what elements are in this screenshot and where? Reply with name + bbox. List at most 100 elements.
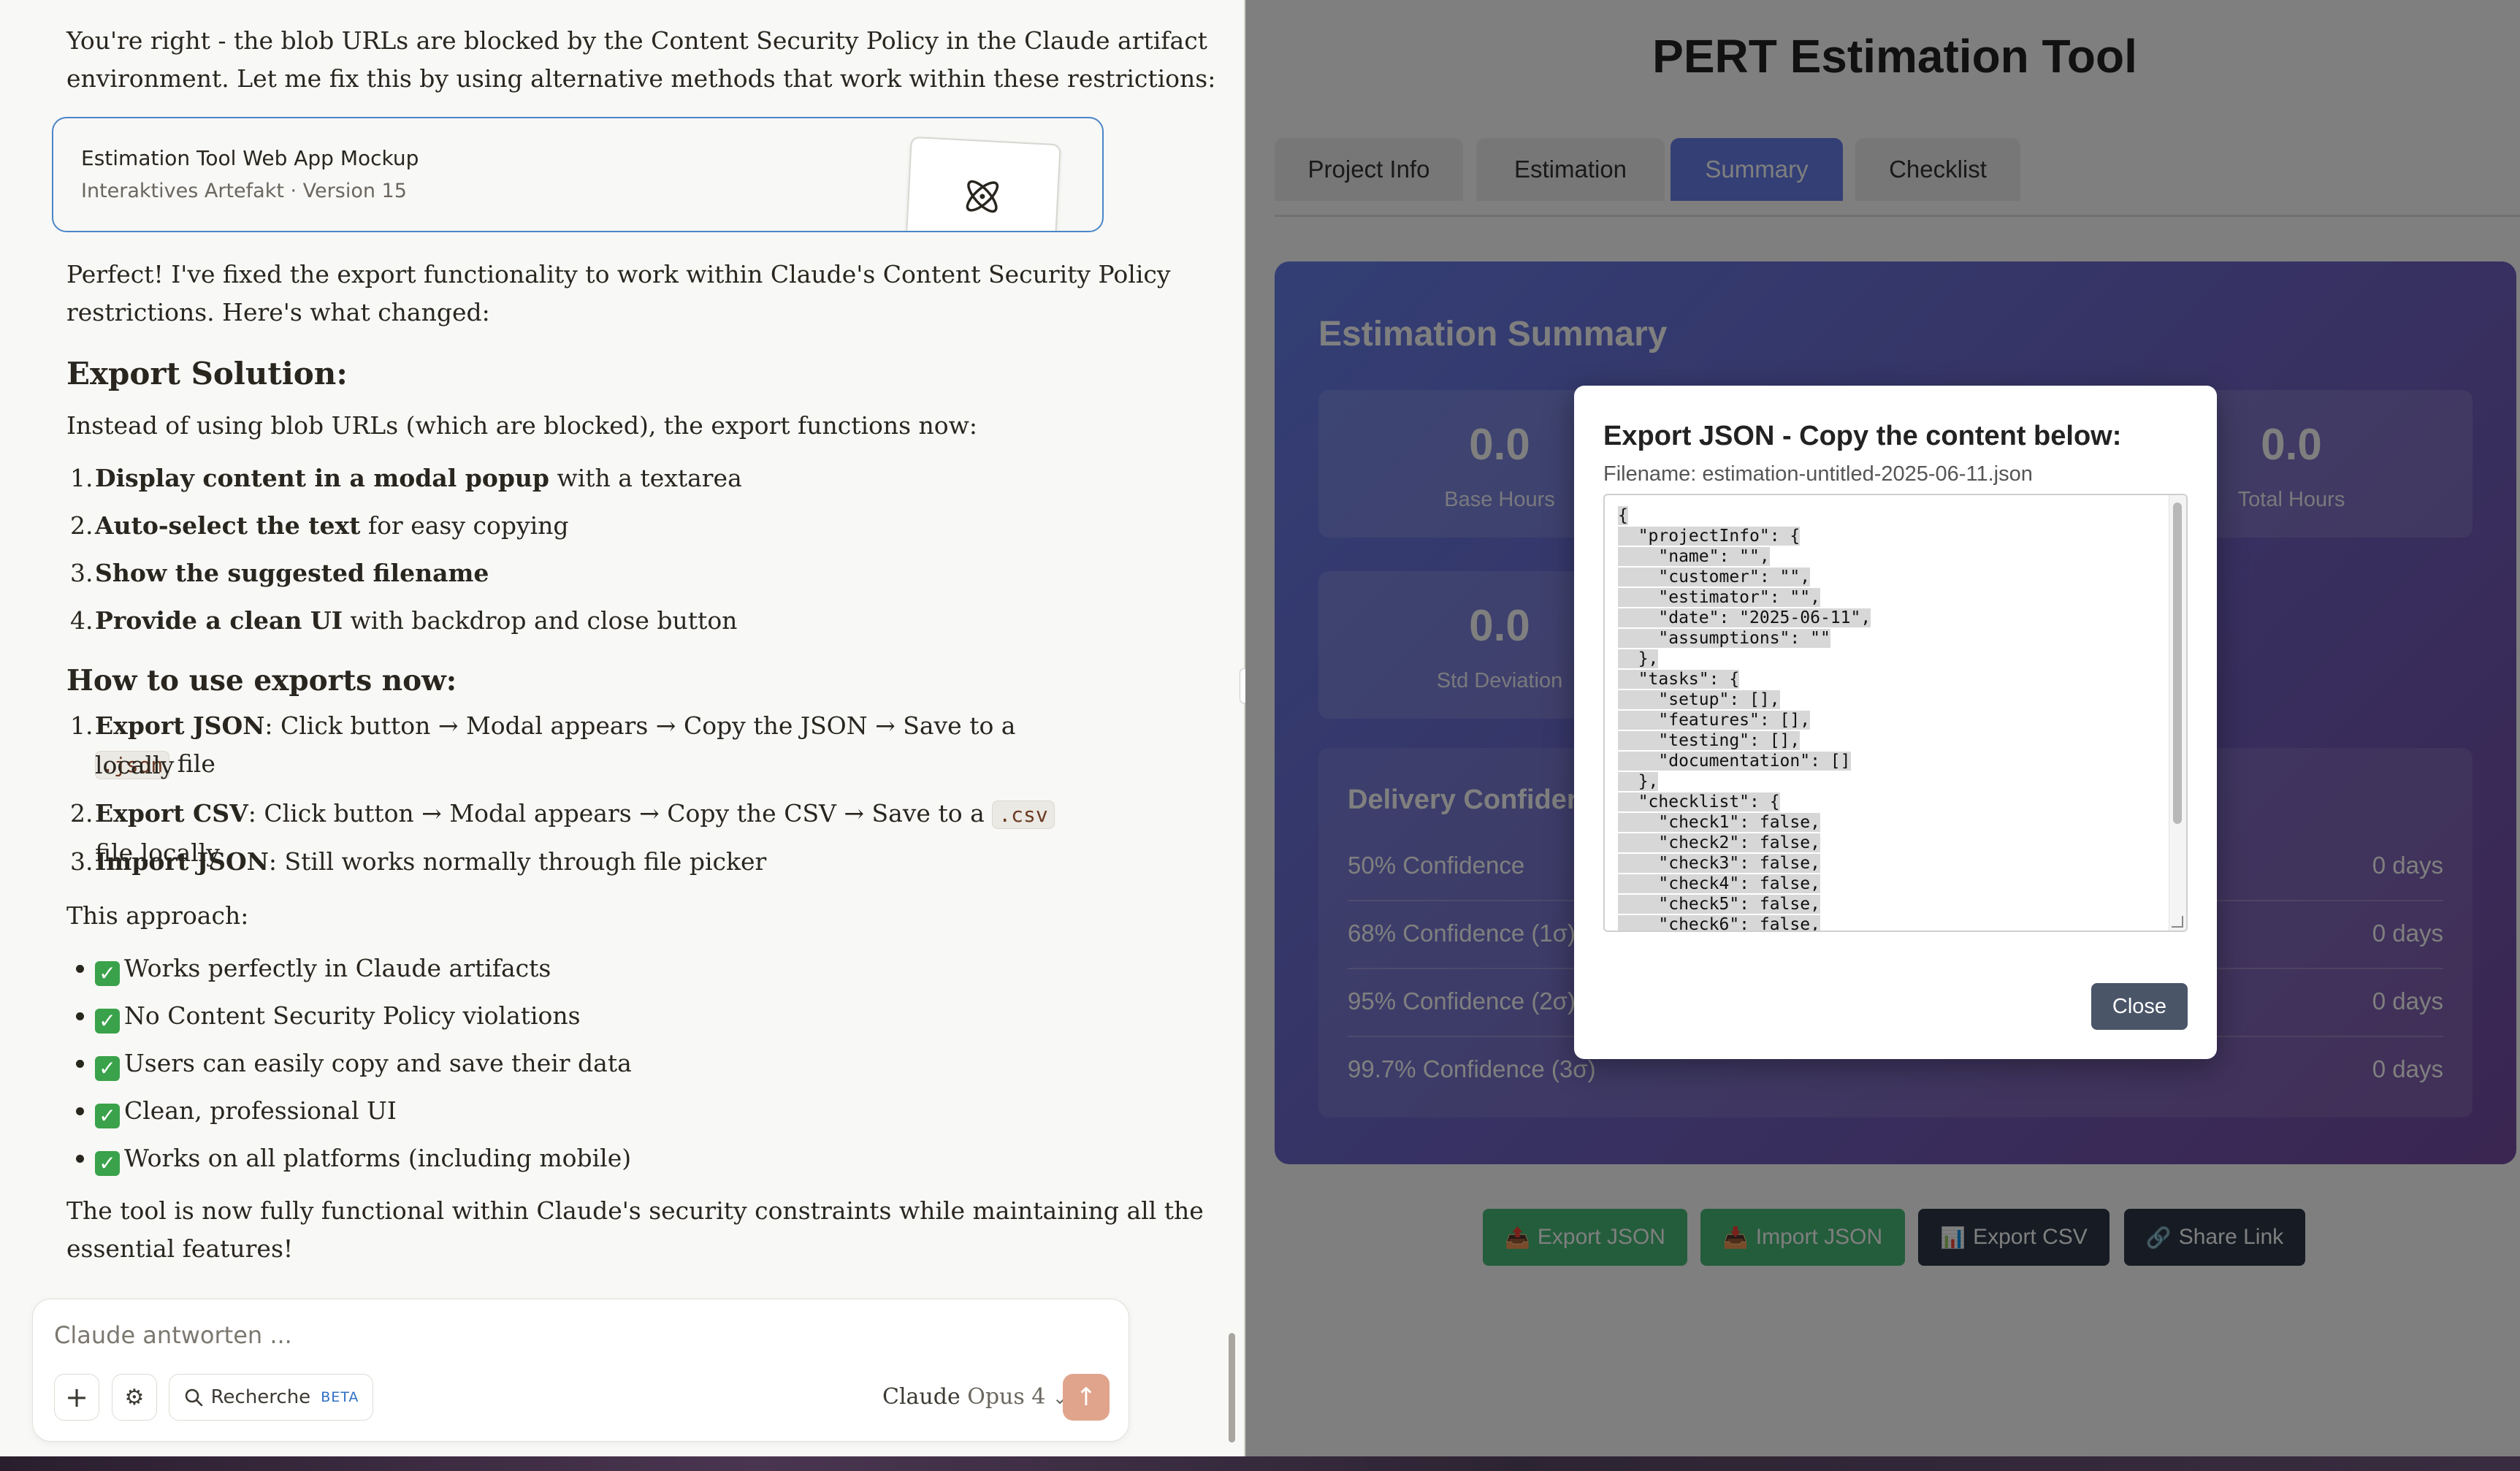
- section-heading: How to use exports now:: [66, 664, 457, 698]
- message-text: Perfect! I've fixed the export functiona…: [66, 260, 1171, 289]
- check-icon: ✓: [95, 1056, 120, 1081]
- json-line: "name": "",: [1618, 547, 1770, 566]
- list-item: Display content in a modal popup with a …: [95, 459, 1074, 497]
- inline-code: .csv: [992, 801, 1055, 829]
- json-line: "projectInfo": {: [1618, 527, 1801, 546]
- list-item-bold: Export CSV: [95, 799, 248, 828]
- list-item-text: Works on all platforms (including mobile…: [124, 1144, 632, 1172]
- artifact-title: Estimation Tool Web App Mockup: [81, 146, 419, 170]
- search-icon: [185, 1388, 202, 1407]
- add-button[interactable]: +: [54, 1374, 99, 1421]
- model-name: Claude: [882, 1384, 961, 1410]
- json-line: "assumptions": "": [1618, 629, 1830, 648]
- export-json-modal: Export JSON - Copy the content below: Fi…: [1574, 386, 2217, 1059]
- close-button[interactable]: Close: [2091, 983, 2188, 1030]
- message-text: Instead of using blob URLs (which are bl…: [66, 411, 978, 440]
- section-heading: Export Solution:: [66, 356, 348, 391]
- bullet: [76, 1012, 84, 1020]
- list-item: ✓ Works perfectly in Claude artifacts: [95, 950, 1074, 987]
- artifact-card[interactable]: Estimation Tool Web App Mockup Interakti…: [52, 117, 1104, 232]
- message-text: environment. Let me fix this by using al…: [66, 64, 1216, 93]
- list-item: Show the suggested filename: [95, 554, 1074, 592]
- list-number: 3.: [70, 847, 93, 876]
- check-icon: ✓: [95, 961, 120, 986]
- list-item: ✓ Clean, professional UI: [95, 1092, 1074, 1130]
- send-button[interactable]: ↑: [1063, 1374, 1110, 1421]
- json-line: "estimator": "",: [1618, 588, 1820, 607]
- list-number: 2.: [70, 799, 93, 828]
- modal-title: Export JSON - Copy the content below:: [1603, 421, 2122, 451]
- bullet: [76, 1060, 84, 1068]
- message-text: The tool is now fully functional within …: [66, 1196, 1204, 1225]
- message-text: essential features!: [66, 1234, 294, 1263]
- list-item-bold: Provide a clean UI: [95, 606, 343, 635]
- json-line: "check1": false,: [1618, 813, 1820, 832]
- list-item-text: : Click button → Modal appears → Copy th…: [264, 711, 1016, 740]
- json-line: "customer": "",: [1618, 568, 1811, 587]
- json-line: "date": "2025-06-11",: [1618, 608, 1871, 627]
- chat-pane: You're right - the blob URLs are blocked…: [0, 0, 1244, 1456]
- message-input[interactable]: Claude antworten ...: [54, 1321, 292, 1349]
- list-item: ✓ No Content Security Policy violations: [95, 997, 1074, 1035]
- desktop-taskbar: [0, 1456, 2520, 1471]
- list-item: ✓ Users can easily copy and save their da…: [95, 1044, 1074, 1082]
- model-selector[interactable]: Claude Opus 4 ⌄: [882, 1384, 1067, 1410]
- bullet: [76, 965, 84, 973]
- json-line: "check4": false,: [1618, 874, 1820, 893]
- message-composer: Claude antworten ... + ⚙ Recherche BETA …: [32, 1299, 1129, 1442]
- json-line: "documentation": []: [1618, 752, 1851, 771]
- atom-icon: [966, 180, 999, 213]
- json-textarea[interactable]: { "projectInfo": { "name": "", "customer…: [1603, 494, 2188, 932]
- list-item-text: Works perfectly in Claude artifacts: [124, 954, 551, 982]
- list-item: ✓ Works on all platforms (including mobil…: [95, 1139, 1074, 1177]
- json-line: "features": [],: [1618, 711, 1811, 730]
- list-item-text: for easy copying: [360, 511, 569, 540]
- model-version: Opus 4: [960, 1384, 1046, 1410]
- textarea-scrollbar[interactable]: [2173, 503, 2182, 824]
- json-line: "check5": false,: [1618, 895, 1820, 914]
- resize-handle-icon[interactable]: [2172, 916, 2183, 928]
- json-line: {: [1618, 506, 1628, 525]
- json-line: },: [1618, 649, 1659, 668]
- list-item: Provide a clean UI with backdrop and clo…: [95, 602, 1074, 640]
- list-item-bold: Import JSON: [95, 847, 269, 876]
- list-item-text: No Content Security Policy violations: [124, 1001, 581, 1030]
- list-item-text: with backdrop and close button: [343, 606, 738, 635]
- json-line: "check3": false,: [1618, 854, 1820, 873]
- check-icon: ✓: [95, 1104, 120, 1128]
- list-item-continuation: locally: [95, 751, 175, 779]
- json-line: "testing": [],: [1618, 731, 1801, 750]
- list-number: 3.: [70, 559, 93, 587]
- options-button[interactable]: ⚙: [112, 1374, 157, 1421]
- research-button[interactable]: Recherche BETA: [169, 1374, 373, 1421]
- list-item: Auto-select the text for easy copying: [95, 507, 1074, 545]
- json-line: },: [1618, 772, 1659, 791]
- list-item-bold: Show the suggested filename: [95, 559, 489, 587]
- check-icon: ✓: [95, 1151, 120, 1176]
- list-number: 1.: [70, 464, 93, 492]
- list-item-text: : Click button → Modal appears → Copy th…: [248, 799, 993, 828]
- list-number: 1.: [70, 711, 93, 740]
- list-item-text: Users can easily copy and save their dat…: [124, 1049, 632, 1077]
- list-number: 4.: [70, 606, 93, 635]
- json-line: "checklist": {: [1618, 792, 1780, 811]
- beta-badge: BETA: [321, 1389, 359, 1405]
- bullet: [76, 1155, 84, 1163]
- list-item-text: : Still works normally through file pick…: [268, 847, 767, 876]
- list-item-bold: Display content in a modal popup: [95, 464, 549, 492]
- list-item-bold: Export JSON: [95, 711, 265, 740]
- json-line: "tasks": {: [1618, 670, 1740, 689]
- list-item-text: Clean, professional UI: [124, 1096, 397, 1125]
- artifact-thumbnail: [905, 136, 1061, 231]
- json-line: "check2": false,: [1618, 833, 1820, 852]
- json-line: "check6": false,: [1618, 915, 1820, 931]
- message-text: This approach:: [66, 901, 249, 930]
- artifact-subtitle: Interaktives Artefakt · Version 15: [81, 180, 407, 202]
- check-icon: ✓: [95, 1009, 120, 1033]
- json-content: { "projectInfo": { "name": "", "customer…: [1618, 505, 1871, 931]
- json-line: "setup": [],: [1618, 690, 1780, 709]
- list-item-bold: Auto-select the text: [95, 511, 361, 540]
- list-item: Import JSON: Still works normally throug…: [95, 843, 1074, 881]
- chat-scrollbar[interactable]: [1229, 1333, 1235, 1443]
- message-text: restrictions. Here's what changed:: [66, 298, 490, 326]
